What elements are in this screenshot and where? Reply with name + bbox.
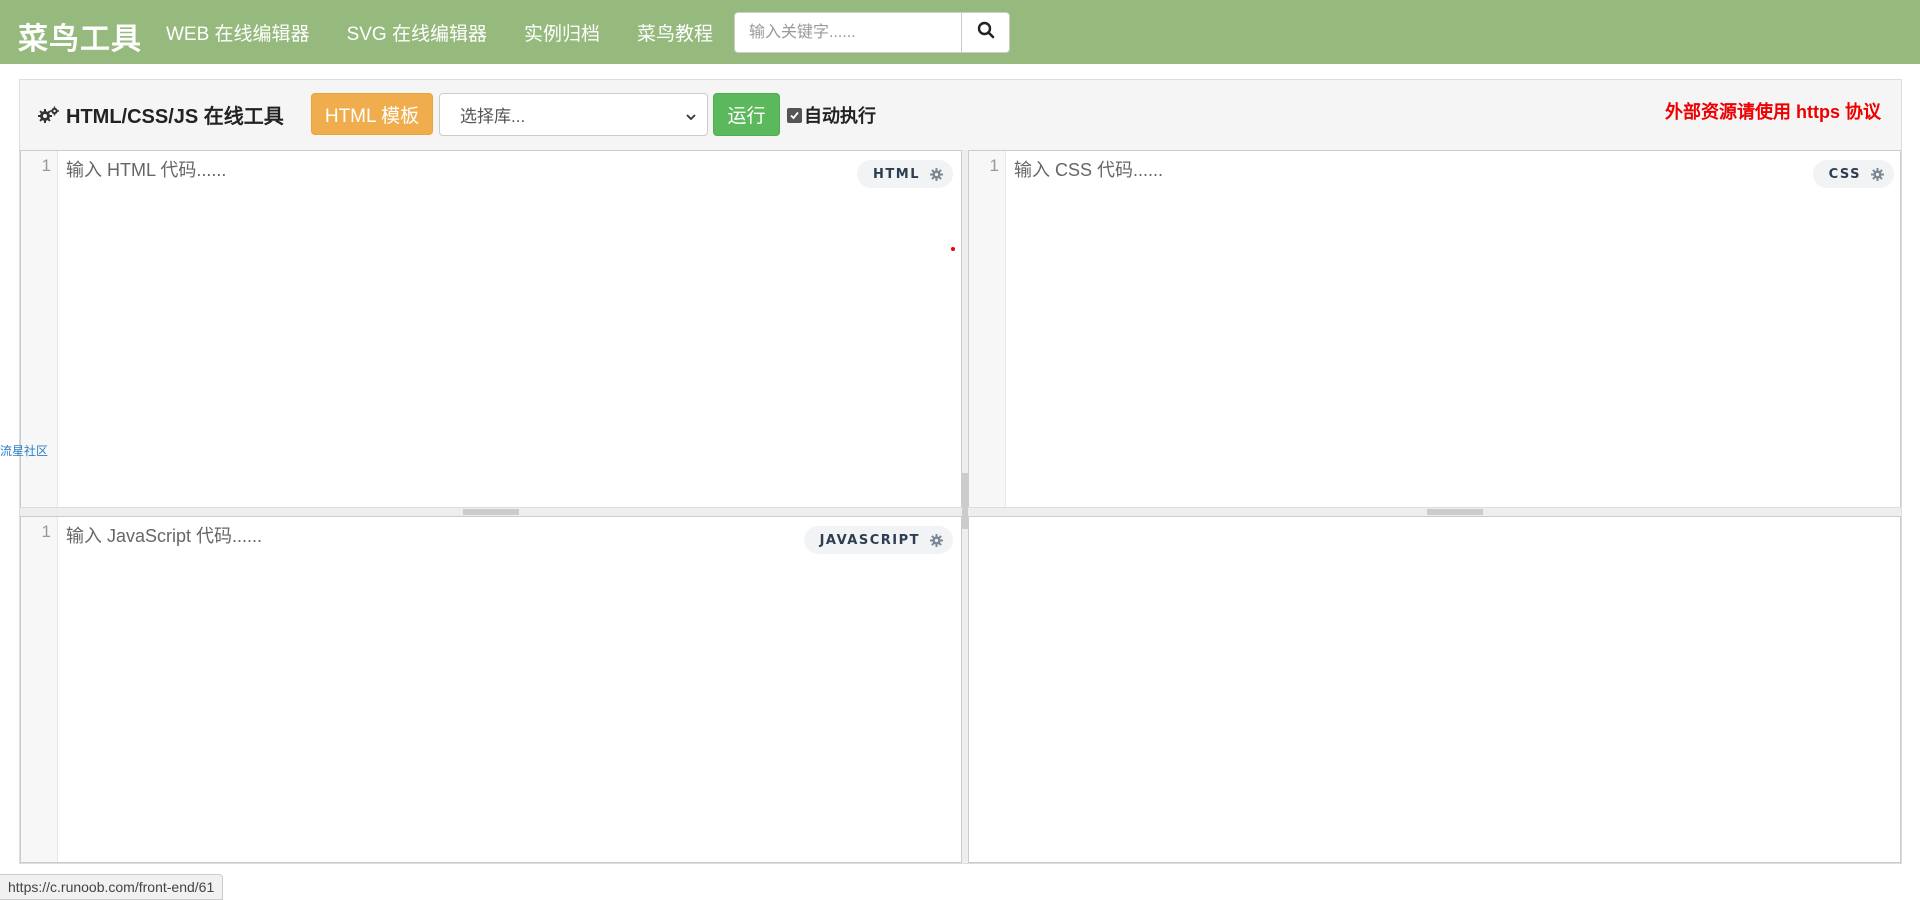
- line-number: 1: [989, 156, 999, 175]
- css-badge[interactable]: CSS: [1812, 160, 1894, 188]
- css-gutter: 1: [969, 151, 1006, 507]
- nav-link-tutorial[interactable]: 菜鸟教程: [637, 19, 713, 46]
- red-dot-marker: [951, 247, 955, 251]
- toolbar: HTML/CSS/JS 在线工具 HTML 模板 选择库... 运行 自动执行 …: [20, 80, 1901, 150]
- css-badge-label: CSS: [1828, 166, 1861, 182]
- run-button[interactable]: 运行: [713, 93, 780, 136]
- html-badge[interactable]: HTML: [857, 160, 953, 188]
- js-badge[interactable]: JAVASCRIPT: [803, 526, 953, 554]
- search-input[interactable]: [735, 13, 961, 52]
- css-code-placeholder[interactable]: 输入 CSS 代码......: [1014, 156, 1163, 182]
- gear-icon[interactable]: [930, 167, 943, 181]
- library-select-value: 选择库...: [460, 107, 526, 126]
- js-code-placeholder[interactable]: 输入 JavaScript 代码......: [66, 522, 262, 548]
- html-code-placeholder[interactable]: 输入 HTML 代码......: [66, 156, 226, 182]
- library-select[interactable]: 选择库...: [439, 93, 708, 136]
- tool-title-text: HTML/CSS/JS 在线工具: [66, 106, 284, 128]
- site-logo[interactable]: 菜鸟工具: [18, 14, 142, 58]
- js-editor[interactable]: 1 输入 JavaScript 代码...... JAVASCRIPT: [20, 516, 962, 863]
- chevron-down-icon: [685, 108, 697, 128]
- autorun-label: 自动执行: [804, 106, 876, 126]
- autorun-checkbox[interactable]: [787, 107, 802, 123]
- nav-link-svg-editor[interactable]: SVG 在线编辑器: [347, 19, 487, 46]
- https-warning: 外部资源请使用 https 协议: [1665, 102, 1881, 122]
- search-box: [734, 12, 1010, 53]
- tool-title: HTML/CSS/JS 在线工具: [38, 100, 284, 129]
- search-icon: [977, 21, 995, 44]
- nav-link-web-editor[interactable]: WEB 在线编辑器: [166, 19, 310, 46]
- side-community-link[interactable]: 流星社区: [0, 442, 48, 459]
- preview-pane[interactable]: [968, 516, 1901, 863]
- js-gutter: 1: [21, 517, 58, 862]
- html-editor[interactable]: 1 输入 HTML 代码...... HTML: [20, 150, 962, 508]
- line-number: 1: [41, 156, 51, 175]
- js-badge-label: JAVASCRIPT: [819, 532, 920, 548]
- cogs-icon: [38, 106, 60, 124]
- css-editor[interactable]: 1 输入 CSS 代码...... CSS: [968, 150, 1901, 508]
- search-button[interactable]: [961, 13, 1009, 52]
- html-template-button[interactable]: HTML 模板: [311, 93, 433, 135]
- line-number: 1: [41, 522, 51, 541]
- status-bar-url: https://c.runoob.com/front-end/61: [0, 874, 224, 900]
- top-navbar: 菜鸟工具 WEB 在线编辑器 SVG 在线编辑器 实例归档 菜鸟教程: [0, 0, 1920, 64]
- gear-icon[interactable]: [1871, 167, 1884, 181]
- nav-link-examples[interactable]: 实例归档: [524, 19, 600, 46]
- html-badge-label: HTML: [873, 166, 920, 182]
- gear-icon[interactable]: [930, 533, 943, 547]
- autorun-toggle: 自动执行: [787, 102, 876, 128]
- nav-links: WEB 在线编辑器 SVG 在线编辑器 实例归档 菜鸟教程: [166, 0, 750, 64]
- tool-panel: HTML/CSS/JS 在线工具 HTML 模板 选择库... 运行 自动执行 …: [19, 79, 1902, 864]
